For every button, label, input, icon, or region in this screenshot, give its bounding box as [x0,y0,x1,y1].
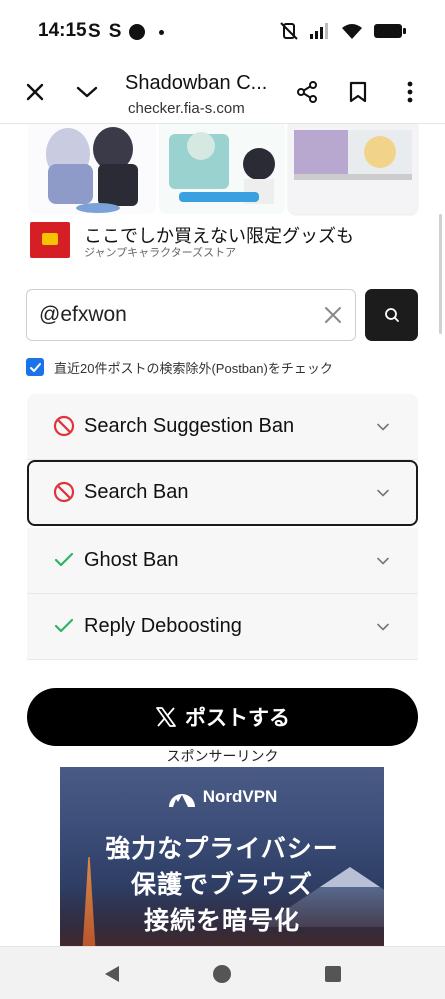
top-ad-images[interactable] [28,124,418,216]
ban-label: Reply Deboosting [84,615,242,637]
search-button[interactable] [365,289,418,341]
ban-row-search[interactable]: Search Ban [27,460,418,526]
page-url[interactable]: checker.fia-s.com [128,100,245,117]
search-icon [384,308,399,322]
ban-label: Search Suggestion Ban [84,415,295,437]
chevron-down-icon[interactable] [376,554,390,568]
ban-row-reply-deboosting[interactable]: Reply Deboosting [27,594,418,660]
notification-circle-icon [129,24,146,40]
ad-product-image[interactable] [159,124,285,214]
more-notifications-icon [159,29,165,35]
recents-icon[interactable] [322,963,344,985]
postban-option[interactable]: 直近20件ポストの検索除外(Postban)をチェック [26,357,333,377]
ad-product-image[interactable] [288,124,418,214]
nordvpn-ad-banner[interactable]: NordVPN 強力なプライバシー 保護でブラウズ 接続を暗号化 [60,767,384,946]
banner-line: 保護でブラウズ [130,871,313,899]
vibrate-off-icon [280,22,298,40]
status-time: 14:15 [38,20,87,41]
post-to-x-button[interactable]: ポストする [27,688,418,746]
battery-icon [374,24,406,38]
top-ad-text[interactable]: ここでしか買えない限定グッズも ジャンプキャラクターズストア [28,220,418,260]
page-title: Shadowban C... [125,72,268,94]
x-logo-icon [156,707,176,727]
notification-s-icon: S [108,21,122,42]
postban-label: 直近20件ポストの検索除外(Postban)をチェック [54,360,333,376]
chevron-down-icon[interactable] [72,77,102,107]
brand-name: NordVPN [202,787,278,806]
ban-row-ghost[interactable]: Ghost Ban [27,528,418,594]
prohibited-icon [53,481,75,503]
scrollbar-thumb[interactable] [439,214,442,334]
postban-checkbox[interactable] [26,358,44,376]
notification-icons: S S [88,21,165,43]
banner-line: 強力なプライバシー [105,835,339,863]
system-navigation-bar [0,946,445,999]
status-bar: 14:15 S S [0,0,445,62]
signal-icon [310,23,328,39]
share-icon[interactable] [292,77,322,107]
home-icon[interactable] [211,963,233,985]
checkmark-icon [29,362,41,372]
nordvpn-logo-icon [168,794,195,807]
chevron-down-icon[interactable] [376,486,390,500]
more-options-icon[interactable] [395,77,425,107]
sponsored-label: スポンサーリンク [166,748,279,764]
bookmark-icon[interactable] [343,77,373,107]
system-status-icons [279,22,407,40]
store-logo [30,222,70,258]
close-icon[interactable] [20,77,50,107]
check-icon [53,615,75,637]
notification-s-icon: S [88,21,101,42]
ad-product-image[interactable] [28,124,156,214]
wifi-icon [342,24,362,39]
nordvpn-brand: NordVPN [60,785,384,809]
check-icon [53,549,75,571]
ad-advertiser[interactable]: ジャンプキャラクターズストア [84,244,236,260]
chevron-down-icon[interactable] [376,620,390,634]
ban-label: Ghost Ban [84,549,179,571]
username-value[interactable]: @efxwon [39,303,127,327]
ban-label: Search Ban [84,481,189,503]
ban-row-search-suggestion[interactable]: Search Suggestion Ban [27,394,418,460]
username-input[interactable]: @efxwon [26,289,356,341]
banner-line: 接続を暗号化 [143,907,300,935]
back-icon[interactable] [101,963,123,985]
page-content: ここでしか買えない限定グッズも ジャンプキャラクターズストア @efxwon 直… [0,124,445,946]
clear-input-icon[interactable] [321,303,345,327]
browser-toolbar: Shadowban C... checker.fia-s.com [0,62,445,124]
chevron-down-icon[interactable] [376,420,390,434]
post-button-label: ポストする [185,707,290,730]
prohibited-icon [53,415,75,437]
ban-results-list: Search Suggestion Ban Search Ban Ghost B… [27,394,418,660]
